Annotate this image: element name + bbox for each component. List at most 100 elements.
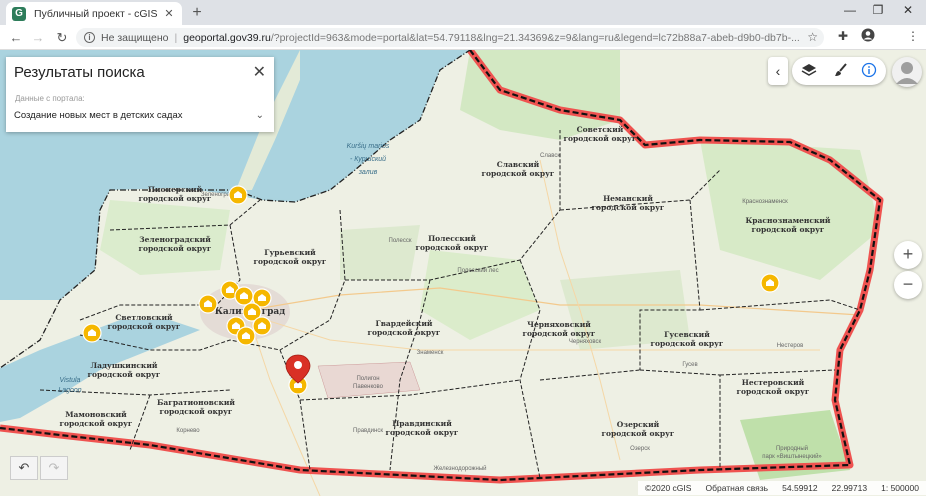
browser-menu-icon[interactable]: ⋮ [904,29,922,43]
district-label: Озерский [617,420,660,429]
kindergarten-marker-icon[interactable] [760,273,780,293]
district-label: Багратионовский [157,398,235,407]
district-label: городской округ [138,194,211,203]
scale-readout: 1: 500000 [881,483,919,493]
source-label: Данные с портала: [15,94,85,103]
polygon-label: Павенково [353,384,384,390]
new-tab-button[interactable]: + [188,4,206,22]
vistula-label: Lagoon [58,387,81,394]
kindergarten-marker-icon[interactable] [252,316,272,336]
svg-text:Гусев: Гусев [682,362,697,368]
brush-icon[interactable] [832,62,850,80]
district-label: Ладушкинский [91,361,158,370]
back-arrow-icon[interactable]: ← [4,30,28,45]
address-bar[interactable]: i Не защищено | geoportal.gov39.ru /?pro… [76,28,824,47]
extensions-puzzle-icon[interactable]: ✚ [834,29,852,43]
site-info-icon[interactable]: i [84,32,95,43]
status-bar: ©2020 cGIS Обратная связь 54.59912 22.99… [638,481,926,495]
zoom-out-button[interactable]: − [894,271,922,299]
district-label: Краснознаменский [745,216,830,225]
collapse-button[interactable]: ‹ [768,57,788,85]
tab-bar: G Публичный проект - cGIS ✕ + — ❐ ✕ [0,0,926,25]
chevron-down-icon[interactable]: ⌄ [256,110,264,121]
maximize-icon[interactable]: ❐ [866,3,890,17]
district-label: городской округ [253,257,326,266]
district-label: городской округ [59,419,132,428]
district-label: Полесский [428,234,476,243]
district-label: Светловский [115,313,173,322]
kindergarten-marker-icon[interactable] [228,185,248,205]
map-tools-group [792,57,886,85]
reload-icon[interactable]: ↻ [50,30,74,46]
district-label: городской округ [481,169,554,178]
latitude-readout: 54.59912 [782,483,818,493]
layer-select[interactable]: Создание новых мест в детских садах [14,110,266,121]
close-icon[interactable]: ✕ [253,62,266,82]
svg-text:Знаменск: Знаменск [417,350,444,356]
panel-title: Результаты поиска [14,64,145,81]
url-separator: | [174,31,178,44]
district-label: Черняховский [527,320,591,329]
search-results-panel: Результаты поиска ✕ Данные с портала: Со… [6,57,274,132]
svg-text:Полесск: Полесск [389,238,412,244]
district-label: городской округ [415,243,488,252]
svg-text:Правдинск: Правдинск [353,428,383,434]
url-path: /?projectId=963&mode=portal&lat=54.79118… [270,31,800,44]
feedback-link[interactable]: Обратная связь [705,483,768,493]
district-label: Гусевский [664,330,710,339]
kindergarten-marker-icon[interactable] [234,286,254,306]
district-label: Гвардейский [376,319,433,328]
vistula-label: Vistula [60,377,81,384]
lagoon-label: залив [358,169,378,176]
svg-text:Краснознаменск: Краснознаменск [742,199,788,205]
polygon-label: Полигон [356,376,379,382]
tab-active[interactable]: G Публичный проект - cGIS ✕ [6,2,182,25]
forward-arrow-icon[interactable]: → [26,30,50,45]
copyright-text: ©2020 cGIS [645,483,692,493]
svg-text:Нестеров: Нестеров [777,343,804,349]
district-label: городской округ [650,339,723,348]
svg-text:Железнодорожный: Железнодорожный [433,465,486,472]
kindergarten-marker-icon[interactable] [82,323,102,343]
tab-close-icon[interactable]: ✕ [162,7,176,20]
district-label: Гурьевский [264,248,316,257]
district-label: Славский [497,160,540,169]
info-icon[interactable] [860,62,878,80]
park-label: парк «Виштынецкий» [762,453,822,460]
user-avatar-icon[interactable] [892,57,922,87]
district-label: городской округ [522,329,595,338]
bookmark-star-icon[interactable]: ☆ [807,30,818,44]
tab-title: Публичный проект - cGIS [34,7,158,20]
undo-button[interactable]: ↶ [10,456,38,480]
svg-text:Корнево: Корнево [176,428,200,434]
longitude-readout: 22.99713 [831,483,868,493]
district-label: Мамоновский [65,410,127,419]
district-label: городской округ [107,322,180,331]
profile-icon[interactable] [858,28,878,48]
district-label: Зеленоградский [139,235,211,244]
district-label: городской округ [138,244,211,253]
district-label: городской округ [87,370,160,379]
kindergarten-marker-icon[interactable] [236,326,256,346]
lagoon-label: - Куршский [350,155,386,163]
minimize-icon[interactable]: — [838,3,862,17]
chevron-left-icon: ‹ [775,63,781,79]
district-label: городской округ [159,407,232,416]
district-label: Советский [577,125,624,134]
close-window-icon[interactable]: ✕ [896,3,920,17]
kindergarten-marker-icon[interactable] [198,294,218,314]
svg-text:Озерск: Озерск [630,446,650,452]
district-label: Нестеровский [742,378,805,387]
district-label: городской округ [385,428,458,437]
browser-toolbar: ← → ↻ i Не защищено | geoportal.gov39.ru… [0,25,926,50]
zoom-in-button[interactable]: + [894,241,922,269]
insecure-label: Не защищено [101,31,169,44]
district-label: Неманский [603,194,653,203]
layers-icon[interactable] [800,62,818,80]
cgis-favicon-icon: G [12,6,26,21]
district-label: городской округ [367,328,440,337]
district-label: городской округ [751,225,824,234]
redo-button[interactable]: ↷ [40,456,68,480]
park-label: Природный [776,445,808,452]
svg-text:Полесский лес: Полесский лес [457,267,498,274]
